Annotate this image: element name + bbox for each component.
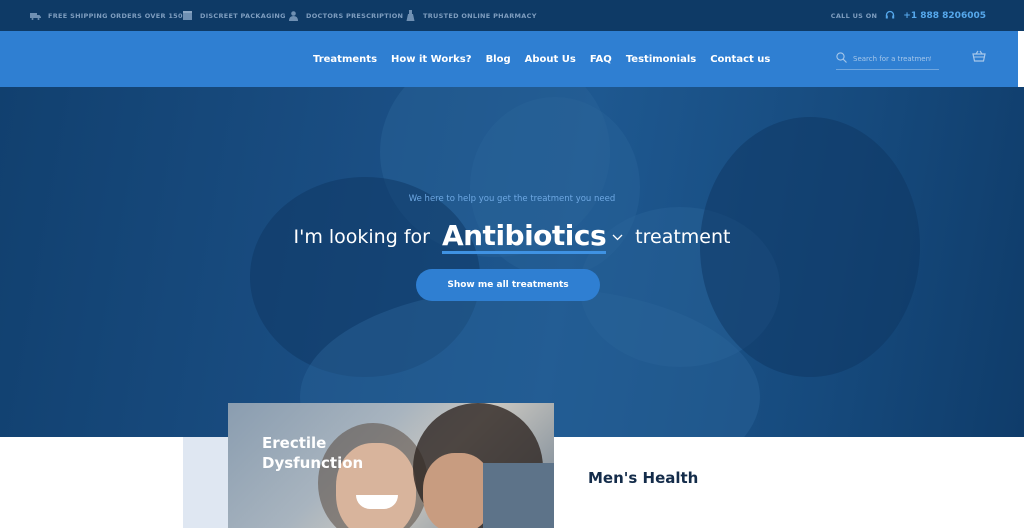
truck-icon (30, 11, 41, 21)
nav-treatments[interactable]: Treatments (313, 54, 377, 65)
package-icon (182, 11, 193, 21)
erectile-dysfunction-card[interactable]: Erectile Dysfunction (228, 403, 554, 528)
card-title: Erectile Dysfunction (262, 434, 364, 472)
main-nav: Treatments How it Works? Blog About Us F… (0, 31, 1018, 87)
hero-banner: We here to help you get the treatment yo… (0, 87, 1024, 437)
section-title: Men's Health (588, 469, 699, 487)
top-info-bar: FREE SHIPPING ORDERS OVER 150$ DISCREET … (0, 0, 1024, 31)
doctor-icon (288, 10, 299, 21)
doctors-prescription-label: DOCTORS PRESCRIPTION (306, 11, 404, 20)
doctors-prescription-notice: DOCTORS PRESCRIPTION (288, 0, 403, 31)
hero-prefix-text: I'm looking for (293, 226, 430, 248)
nav-testimonials[interactable]: Testimonials (626, 54, 696, 65)
trusted-pharmacy-label: TRUSTED ONLINE PHARMACY (423, 11, 537, 20)
search-box (836, 48, 939, 70)
nav-contact-us[interactable]: Contact us (710, 54, 770, 65)
nav-links: Treatments How it Works? Blog About Us F… (313, 31, 770, 87)
call-us: CALL US ON +1 888 8206005 (831, 0, 986, 31)
headset-icon (885, 7, 895, 25)
hero-suffix-text: treatment (635, 226, 731, 248)
selected-treatment: Antibiotics (441, 218, 607, 254)
phone-number-link[interactable]: +1 888 8206005 (903, 11, 986, 21)
nav-about-us[interactable]: About Us (525, 54, 576, 65)
discreet-packaging-label: DISCREET PACKAGING (200, 11, 286, 20)
pharmacy-icon (405, 10, 416, 21)
free-shipping-label: FREE SHIPPING ORDERS OVER 150$ (48, 11, 188, 20)
basket-icon (972, 49, 986, 67)
hero-subtitle: We here to help you get the treatment yo… (408, 194, 616, 204)
nav-faq[interactable]: FAQ (590, 54, 612, 65)
chevron-down-icon (612, 228, 623, 246)
discreet-packaging-notice: DISCREET PACKAGING (182, 0, 286, 31)
treatment-dropdown[interactable]: Antibiotics (441, 218, 623, 254)
nav-blog[interactable]: Blog (486, 54, 511, 65)
show-all-treatments-button[interactable]: Show me all treatments (416, 269, 600, 301)
search-input[interactable] (853, 54, 931, 63)
free-shipping-notice: FREE SHIPPING ORDERS OVER 150$ (30, 0, 188, 31)
treatment-selector-line: I'm looking for Antibiotics treatment (0, 217, 1024, 257)
nav-how-it-works[interactable]: How it Works? (391, 54, 472, 65)
cart-button[interactable] (970, 50, 988, 66)
trusted-pharmacy-notice: TRUSTED ONLINE PHARMACY (405, 0, 537, 31)
call-us-label: CALL US ON (830, 11, 878, 20)
search-icon[interactable] (836, 50, 847, 68)
